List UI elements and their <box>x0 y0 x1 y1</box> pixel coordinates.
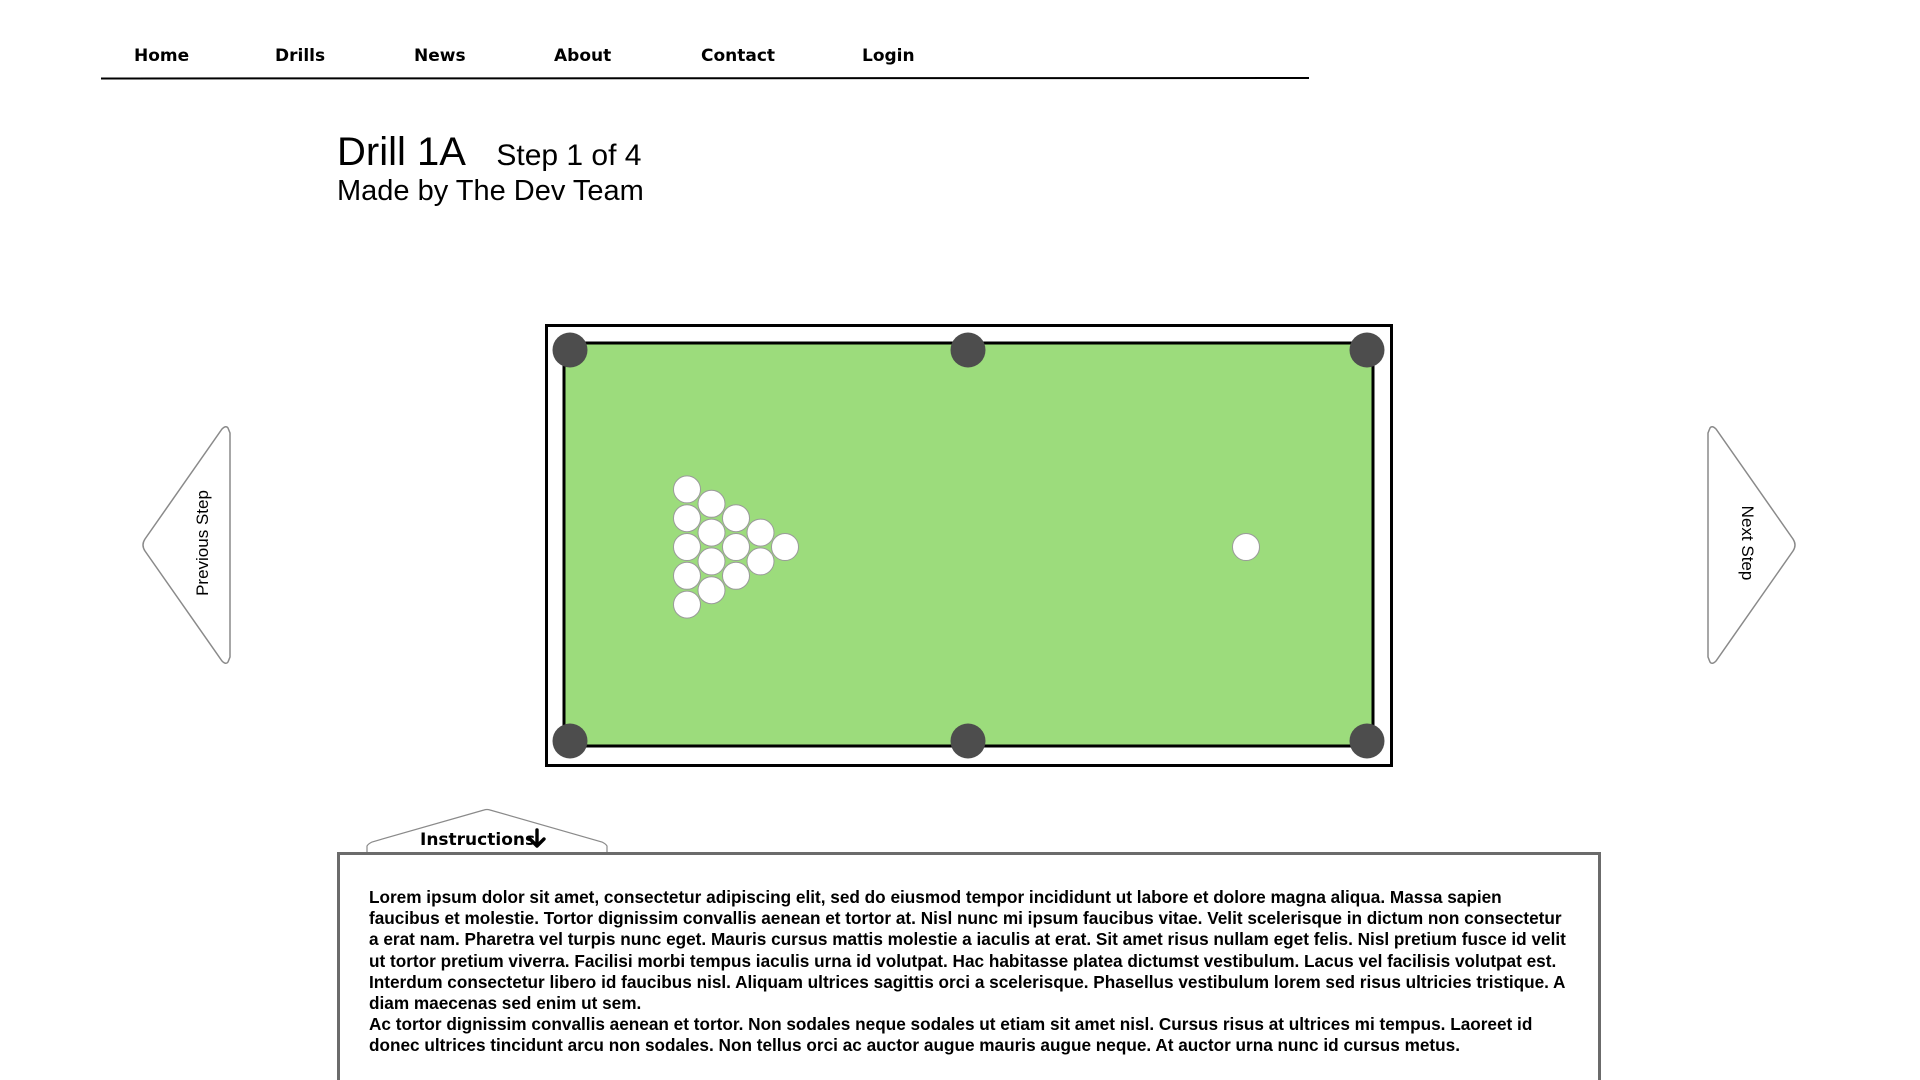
pocket <box>950 723 986 759</box>
left-arrow-icon <box>142 425 231 665</box>
instructions-paragraph: Lorem ipsum dolor sit amet, consectetur … <box>369 887 1566 1014</box>
rack-ball[interactable] <box>697 547 726 576</box>
pool-table <box>545 324 1393 767</box>
previous-step-button[interactable]: Previous Step <box>140 425 236 665</box>
instructions-tab[interactable]: Instructions <box>366 808 608 853</box>
pocket <box>950 332 986 368</box>
pocket <box>552 723 588 759</box>
page-title: Drill 1A <box>337 130 466 174</box>
title-row: Drill 1A Step 1 of 4 <box>337 130 641 175</box>
rack-ball[interactable] <box>697 489 726 518</box>
nav-news[interactable]: News <box>414 46 466 66</box>
instructions-panel: Lorem ipsum dolor sit amet, consectetur … <box>337 852 1601 1080</box>
next-step-label: Next Step <box>1738 505 1757 581</box>
pocket <box>1349 332 1385 368</box>
instructions-paragraph: Ac tortor dignissim convallis aenean et … <box>369 1014 1533 1056</box>
rack-ball[interactable] <box>673 590 701 619</box>
pocket <box>1349 723 1385 759</box>
rack-ball[interactable] <box>673 561 701 590</box>
nav-home[interactable]: Home <box>134 46 189 66</box>
nav-divider <box>101 77 1309 80</box>
author-line: Made by The Dev Team <box>337 175 644 207</box>
rack-ball[interactable] <box>673 504 701 533</box>
nav-contact[interactable]: Contact <box>701 46 775 66</box>
instructions-tab-label: Instructions <box>420 830 536 850</box>
rack-ball[interactable] <box>771 533 799 561</box>
pocket <box>552 332 588 368</box>
rack-ball[interactable] <box>746 518 775 547</box>
step-indicator: Step 1 of 4 <box>496 139 642 172</box>
next-step-button[interactable]: Next Step <box>1702 425 1798 665</box>
previous-step-label: Previous Step <box>193 490 212 596</box>
rack-ball[interactable] <box>722 533 750 561</box>
nav-login[interactable]: Login <box>862 46 915 66</box>
nav-drills[interactable]: Drills <box>275 46 325 66</box>
rack-ball[interactable] <box>673 475 701 504</box>
rack-ball[interactable] <box>722 504 750 533</box>
rack-ball[interactable] <box>673 533 701 561</box>
cue-ball[interactable] <box>1232 533 1260 561</box>
rack-ball[interactable] <box>722 561 750 590</box>
nav-about[interactable]: About <box>554 46 611 66</box>
rack-ball[interactable] <box>697 518 726 547</box>
rack-ball[interactable] <box>746 547 775 576</box>
rack-ball[interactable] <box>697 576 726 605</box>
arrow-down-icon <box>528 828 546 848</box>
